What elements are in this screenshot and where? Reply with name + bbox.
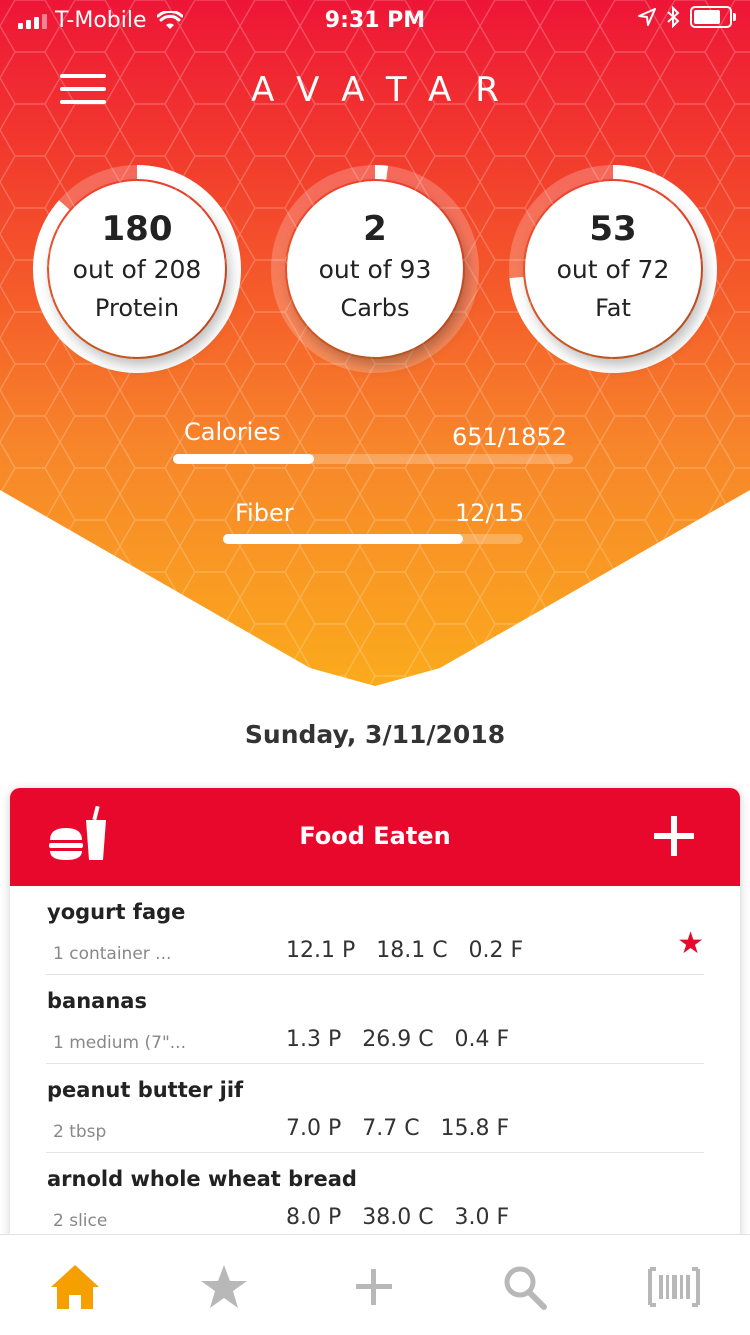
food-serving: 2 tbsp <box>53 1122 107 1142</box>
fiber-value: 12/15 <box>455 499 525 527</box>
tab-bar <box>0 1234 750 1335</box>
calories-label: Calories <box>184 418 281 446</box>
food-macros: 8.0 P 38.0 C 3.0 F <box>286 1205 510 1230</box>
food-name: yogurt fage <box>47 900 186 924</box>
fiber-bar <box>223 534 523 544</box>
fiber-label: Fiber <box>235 499 294 527</box>
search-icon[interactable] <box>496 1259 552 1315</box>
carbs-value: 2 <box>363 209 387 249</box>
current-date: Sunday, 3/11/2018 <box>244 720 506 749</box>
battery-icon <box>690 6 736 28</box>
food-item[interactable]: arnold whole wheat bread 2 slice 8.0 P 3… <box>46 1153 704 1241</box>
food-card-title: Food Eaten <box>299 822 451 850</box>
food-list: yogurt fage 1 container ... 12.1 P 18.1 … <box>10 886 740 1241</box>
food-serving: 1 medium (7"... <box>53 1033 186 1053</box>
food-item[interactable]: peanut butter jif 2 tbsp 7.0 P 7.7 C 15.… <box>46 1064 704 1153</box>
calories-bar <box>173 454 573 464</box>
favorite-star-icon[interactable]: ★ <box>677 926 704 961</box>
fat-ring: 53 out of 72 Fat <box>505 161 721 377</box>
food-eaten-card: Food Eaten yogurt fage 1 container ... 1… <box>10 788 740 1248</box>
star-icon[interactable] <box>196 1259 252 1315</box>
hero-header: T-Mobile 9:31 PM AVATAR 180 out of 208 P… <box>0 0 750 686</box>
food-name: peanut butter jif <box>47 1078 244 1102</box>
barcode-icon[interactable] <box>646 1259 702 1315</box>
ring-progress-arc <box>374 165 389 180</box>
food-macros: 1.3 P 26.9 C 0.4 F <box>286 1027 510 1052</box>
food-card-header: Food Eaten <box>10 788 740 886</box>
food-serving: 2 slice <box>53 1211 108 1231</box>
fat-goal: out of 72 <box>556 255 670 284</box>
carbs-goal: out of 93 <box>318 255 432 284</box>
food-item[interactable]: yogurt fage 1 container ... 12.1 P 18.1 … <box>46 886 704 975</box>
calories-value: 651/1852 <box>452 423 567 451</box>
calories-bar-fill <box>173 454 314 464</box>
add-food-button[interactable] <box>654 816 694 856</box>
home-icon[interactable] <box>47 1259 103 1315</box>
brand-logo: AVATAR <box>251 70 523 110</box>
protein-ring: 180 out of 208 Protein <box>29 161 245 377</box>
fiber-bar-fill <box>223 534 463 544</box>
carbs-ring: 2 out of 93 Carbs <box>267 161 483 377</box>
status-bar: T-Mobile 9:31 PM <box>0 0 750 40</box>
bluetooth-icon <box>667 6 680 28</box>
fat-label: Fat <box>595 294 631 322</box>
food-serving: 1 container ... <box>53 944 172 964</box>
location-arrow-icon <box>638 8 656 26</box>
protein-value: 180 <box>101 209 173 249</box>
plus-icon[interactable] <box>346 1259 402 1315</box>
protein-label: Protein <box>94 294 180 322</box>
food-name: bananas <box>47 989 147 1013</box>
food-macros: 12.1 P 18.1 C 0.2 F <box>286 938 524 963</box>
protein-goal: out of 208 <box>72 255 202 284</box>
food-name: arnold whole wheat bread <box>47 1167 357 1191</box>
food-item[interactable]: bananas 1 medium (7"... 1.3 P 26.9 C 0.4… <box>46 975 704 1064</box>
food-macros: 7.0 P 7.7 C 15.8 F <box>286 1116 510 1141</box>
carbs-label: Carbs <box>340 294 410 322</box>
fat-value: 53 <box>589 209 637 249</box>
